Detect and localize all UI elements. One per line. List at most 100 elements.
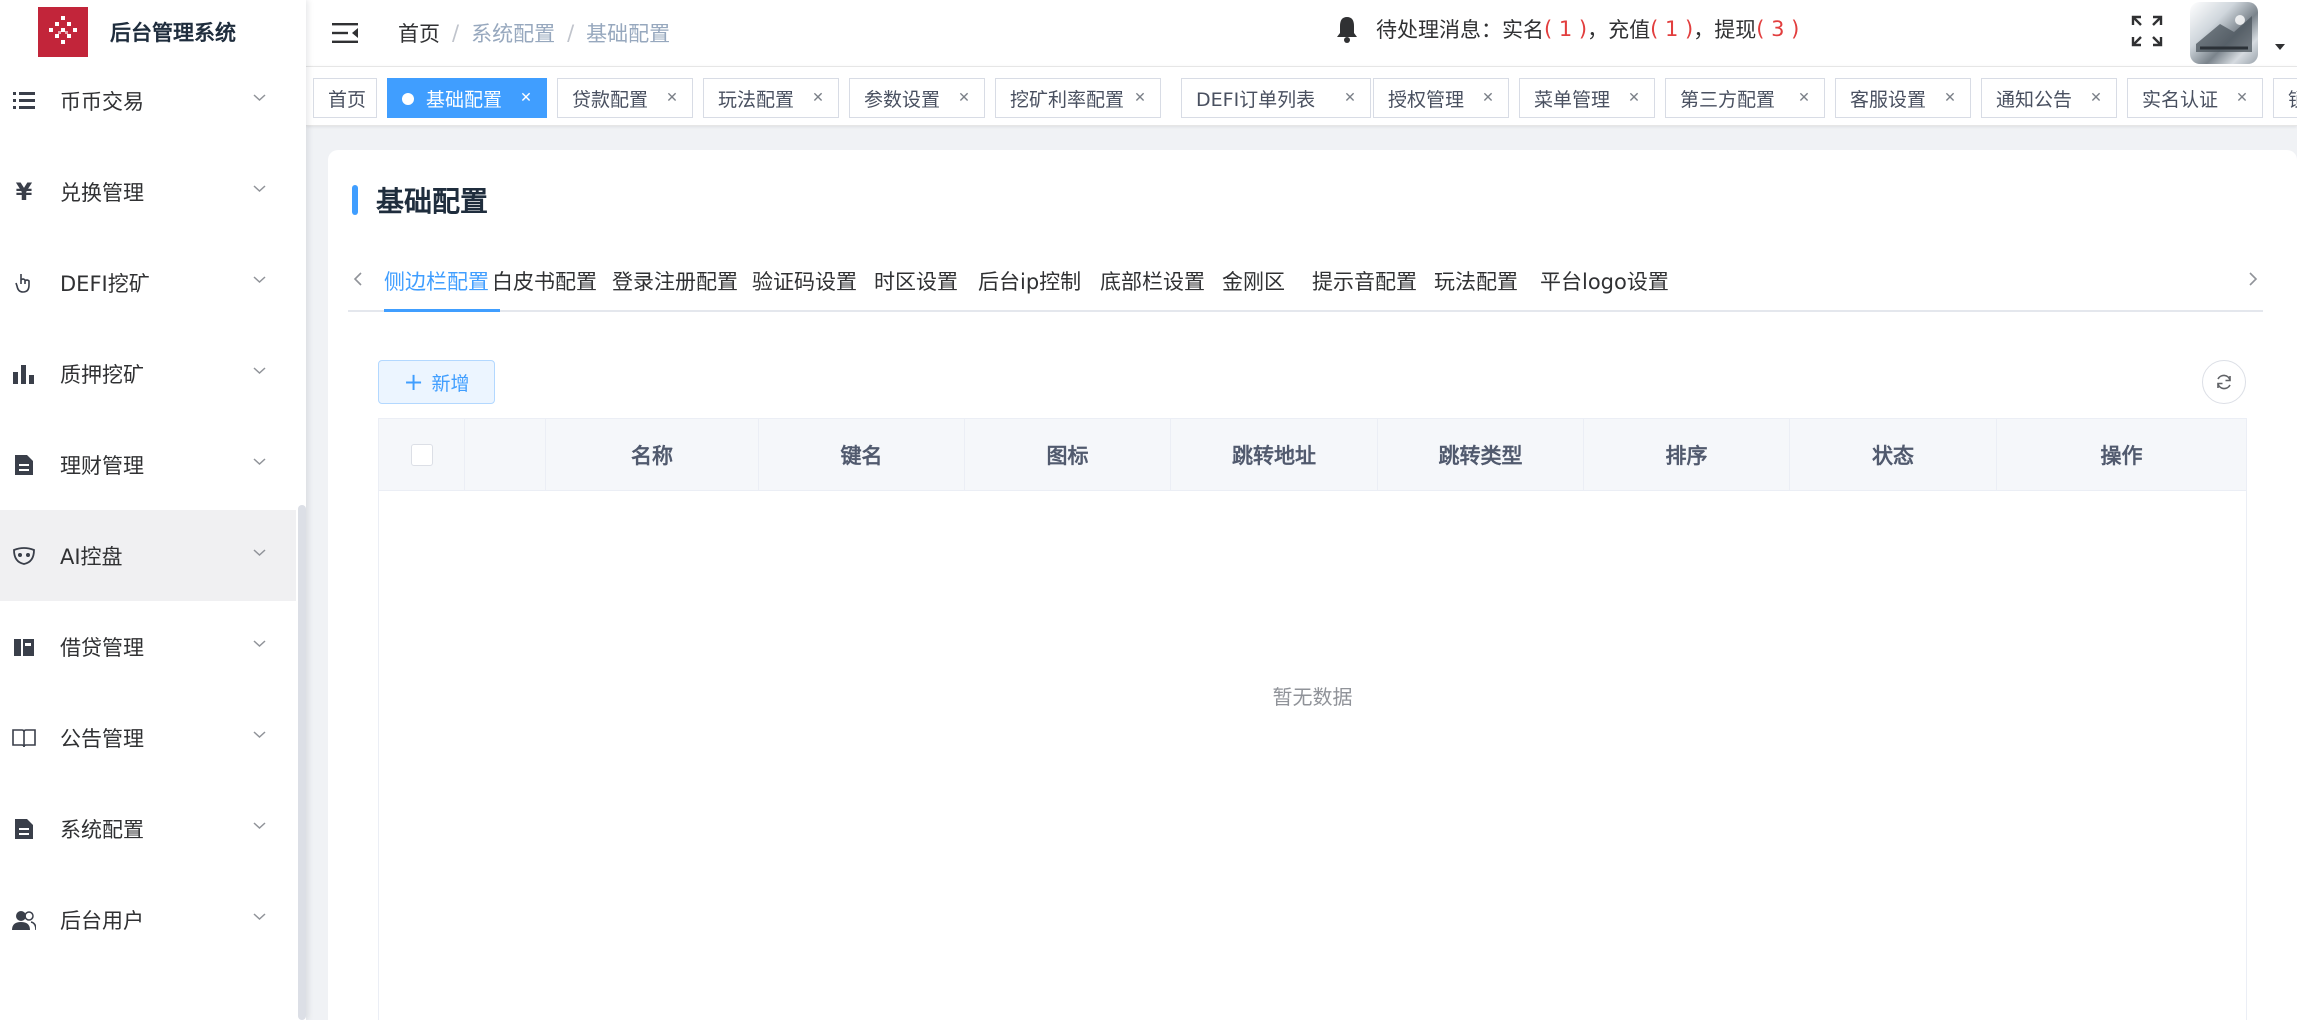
tag-label: 客服设置 (1850, 88, 1927, 111)
hand-pointer-icon (12, 271, 36, 295)
column-actions: 操作 (2100, 444, 2143, 468)
caret-down-icon[interactable] (2274, 43, 2286, 51)
plus-icon: + (403, 368, 424, 396)
close-icon[interactable]: ✕ (664, 90, 680, 106)
close-icon[interactable]: ✕ (956, 90, 972, 106)
sidebar-item-loan[interactable]: 借贷管理 (0, 601, 296, 692)
tab-captcha-settings[interactable]: 验证码设置 (752, 266, 857, 296)
bar-chart-icon (12, 362, 36, 386)
tab-sound-config[interactable]: 提示音配置 (1312, 266, 1417, 296)
sidebar-item-staking-mining[interactable]: 质押挖矿 (0, 328, 296, 419)
select-all-checkbox[interactable] (410, 444, 433, 466)
chevron-down-icon (253, 94, 266, 102)
close-icon[interactable]: ✕ (1796, 90, 1812, 106)
sidebar-item-system-config[interactable]: 系统配置 (0, 783, 296, 874)
close-icon[interactable]: ✕ (1626, 90, 1642, 106)
tab-whitepaper-config[interactable]: 白皮书配置 (492, 266, 597, 296)
sidebar-item-label: AI控盘 (60, 544, 123, 569)
book-icon (12, 726, 36, 750)
breadcrumb-home[interactable]: 首页 (398, 18, 440, 48)
column-name[interactable]: 名称 (546, 419, 759, 491)
breadcrumb-system-config[interactable]: 系统配置 (471, 18, 555, 48)
tag-label: DEFI订单列表 (1196, 88, 1316, 111)
close-icon[interactable]: ✕ (1342, 90, 1358, 106)
tab-play-config[interactable]: 玩法配置 (1434, 266, 1518, 296)
recharge-label: ，充值 (1587, 18, 1651, 42)
sidebar-item-ai-control[interactable]: AI控盘 (0, 510, 296, 601)
tag-loan-config[interactable]: 贷款配置 ✕ (557, 78, 693, 118)
withdraw-count[interactable]: ( 3 ) (1756, 17, 1799, 41)
mask-icon (12, 544, 36, 568)
sidebar-item-label: 质押挖矿 (60, 362, 144, 387)
recharge-count[interactable]: ( 1 ) (1650, 17, 1693, 41)
close-icon[interactable]: ✕ (2234, 90, 2250, 106)
tag-label: 参数设置 (864, 88, 941, 111)
tab-footer-settings[interactable]: 底部栏设置 (1100, 266, 1205, 296)
column-link-type[interactable]: 跳转类型 (1378, 419, 1584, 491)
data-table: 名称 键名 图标 跳转地址 跳转类型 排序 状态 操作 暂无数据 (378, 418, 2247, 1020)
column-link[interactable]: 跳转地址 (1171, 419, 1378, 491)
tab-login-register-config[interactable]: 登录注册配置 (612, 266, 738, 296)
tag-basic-config[interactable]: 基础配置 ✕ (387, 78, 547, 118)
tab-king-kong-area[interactable]: 金刚区 (1222, 266, 1285, 296)
empty-state-text: 暂无数据 (1272, 685, 1353, 709)
document-icon (12, 817, 36, 841)
tag-overflow[interactable]: 锁 (2273, 78, 2297, 118)
tag-mining-rate[interactable]: 挖矿利率配置 ✕ (995, 78, 1161, 118)
tag-service-settings[interactable]: 客服设置 ✕ (1835, 78, 1971, 118)
chevron-left-icon[interactable] (348, 264, 368, 294)
chevron-down-icon (253, 731, 266, 739)
column-key[interactable]: 键名 (759, 419, 965, 491)
withdraw-label: ，提现 (1693, 18, 1757, 42)
avatar[interactable] (2190, 2, 2258, 64)
close-icon[interactable]: ✕ (810, 90, 826, 106)
close-icon[interactable]: ✕ (518, 90, 534, 106)
hamburger-icon[interactable] (330, 18, 360, 48)
sidebar-item-exchange[interactable]: ¥ 兑换管理 (0, 146, 296, 237)
tab-sidebar-config[interactable]: 侧边栏配置 (384, 266, 489, 296)
close-icon[interactable]: ✕ (2088, 90, 2104, 106)
column-expand (465, 419, 546, 491)
pending-messages[interactable]: 待处理消息：实名 ( 1 ) ，充值 ( 1 ) ，提现 ( 3 ) (1334, 14, 1799, 44)
tag-realname[interactable]: 实名认证 ✕ (2127, 78, 2263, 118)
tag-play-config[interactable]: 玩法配置 ✕ (703, 78, 839, 118)
tab-platform-logo[interactable]: 平台logo设置 (1540, 266, 1669, 296)
tab-timezone-settings[interactable]: 时区设置 (874, 266, 958, 296)
sidebar-item-defi-mining[interactable]: DEFI挖矿 (0, 237, 296, 328)
sidebar-scrollbar[interactable] (298, 505, 306, 1020)
sidebar-item-coin-trade[interactable]: 币币交易 (0, 55, 296, 146)
column-icon[interactable]: 图标 (965, 419, 1171, 491)
sidebar-item-finance[interactable]: 理财管理 (0, 419, 296, 510)
list-icon (12, 89, 36, 113)
tag-notice[interactable]: 通知公告 ✕ (1981, 78, 2117, 118)
tab-admin-ip-control[interactable]: 后台ip控制 (978, 266, 1081, 296)
column-sort[interactable]: 排序 (1584, 419, 1790, 491)
add-button[interactable]: + 新增 (378, 360, 495, 404)
tag-auth-manage[interactable]: 授权管理 ✕ (1373, 78, 1509, 118)
sidebar-item-notice[interactable]: 公告管理 (0, 692, 296, 783)
refresh-icon (2217, 374, 2231, 390)
chevron-down-icon (253, 549, 266, 557)
chevron-down-icon (253, 276, 266, 284)
refresh-button[interactable] (2202, 360, 2246, 404)
realname-count[interactable]: ( 1 ) (1544, 17, 1587, 41)
close-icon[interactable]: ✕ (1480, 90, 1496, 106)
sidebar-item-admin-users[interactable]: 后台用户 (0, 874, 296, 965)
bell-icon (1337, 17, 1357, 43)
tag-menu-manage[interactable]: 菜单管理 ✕ (1519, 78, 1655, 118)
tag-label: 首页 (328, 88, 367, 111)
breadcrumb-separator: / (567, 21, 575, 45)
tag-home[interactable]: 首页 (313, 78, 377, 118)
close-icon[interactable]: ✕ (1942, 90, 1958, 106)
tag-param-settings[interactable]: 参数设置 ✕ (849, 78, 985, 118)
breadcrumb: 首页 / 系统配置 / 基础配置 (398, 18, 670, 48)
chevron-right-icon[interactable] (2243, 264, 2263, 294)
tag-third-party[interactable]: 第三方配置 ✕ (1665, 78, 1825, 118)
tag-label: 挖矿利率配置 (1010, 88, 1125, 111)
close-icon[interactable]: ✕ (1132, 90, 1148, 106)
column-status[interactable]: 状态 (1790, 419, 1997, 491)
sidebar-item-label: 兑换管理 (60, 180, 144, 205)
tag-defi-orders[interactable]: DEFI订单列表 ✕ (1181, 78, 1371, 118)
fullscreen-icon[interactable] (2130, 14, 2164, 48)
breadcrumb-current: 基础配置 (586, 22, 671, 46)
